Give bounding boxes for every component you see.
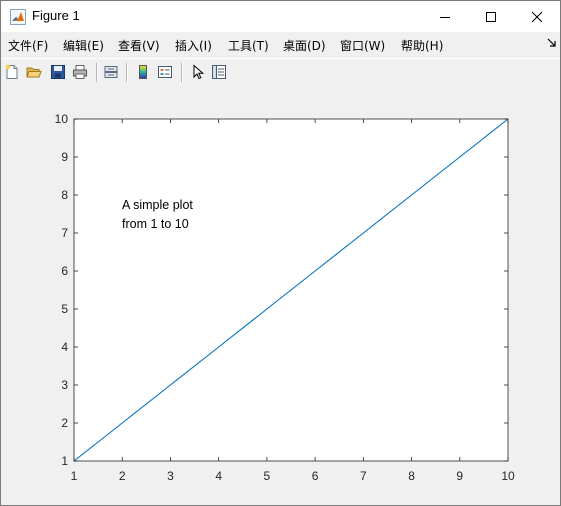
y-tick-label: 9	[61, 150, 68, 164]
menu-tools[interactable]: 工具(T)	[228, 37, 269, 54]
y-tick-label: 1	[61, 454, 68, 468]
link-plot-button[interactable]	[101, 62, 121, 82]
toolbar-separator	[126, 63, 128, 82]
print-button[interactable]	[70, 62, 90, 82]
x-tick-label: 10	[501, 469, 515, 483]
figure-toolbar	[1, 58, 560, 87]
new-figure-icon	[5, 64, 18, 79]
matlab-icon	[10, 9, 26, 25]
menu-insert[interactable]: 插入(I)	[175, 37, 212, 54]
toolbar-separator	[181, 63, 183, 82]
line-chart[interactable]: 1 2 3 4 5 6 7 8 9 10 1 2 3 4 5 6 7 8 9 10 A simple plot from…	[1, 86, 560, 505]
x-tick-label: 2	[119, 469, 126, 483]
x-tick-label: 5	[264, 469, 271, 483]
close-button[interactable]	[514, 1, 560, 32]
menu-help[interactable]: 帮助(H)	[401, 37, 443, 54]
x-tick-label: 9	[456, 469, 463, 483]
maximize-button[interactable]	[468, 1, 514, 32]
menu-window[interactable]: 窗口(W)	[340, 37, 385, 54]
colorbar-button[interactable]	[133, 62, 153, 82]
legend-button[interactable]	[155, 62, 175, 82]
y-tick-label: 5	[61, 302, 68, 316]
x-tick-label: 4	[215, 469, 222, 483]
legend-icon	[158, 66, 172, 78]
new-figure-button[interactable]	[2, 62, 22, 82]
open-file-icon	[26, 67, 42, 78]
y-tick-label: 4	[61, 340, 68, 354]
menu-bar: 文件(F) 编辑(E) 查看(V) 插入(I) 工具(T) 桌面(D) 窗口(W…	[1, 32, 560, 57]
minimize-button[interactable]	[422, 1, 468, 32]
y-tick-label: 7	[61, 226, 68, 240]
x-tick-label: 3	[167, 469, 174, 483]
dock-arrow-icon[interactable]	[547, 38, 557, 48]
window-title: Figure 1	[32, 8, 80, 23]
y-tick-label: 6	[61, 264, 68, 278]
y-tick-label: 2	[61, 416, 68, 430]
close-icon	[531, 11, 543, 22]
x-tick-label: 1	[71, 469, 78, 483]
link-plot-icon	[104, 66, 118, 78]
y-tick-label: 8	[61, 188, 68, 202]
x-tick-label: 6	[312, 469, 319, 483]
toolbar-separator	[96, 63, 98, 82]
property-inspector-icon	[212, 65, 226, 79]
figure-window: Figure 1 文件(F) 编辑(E) 查看(V) 插入(I) 工具(T) 桌…	[0, 0, 561, 506]
menu-desktop[interactable]: 桌面(D)	[283, 37, 326, 54]
x-tick-label: 8	[408, 469, 415, 483]
save-icon	[51, 65, 65, 79]
edit-plot-icon	[193, 64, 205, 80]
annotation-line: from 1 to 10	[122, 217, 189, 231]
annotation-line: A simple plot	[122, 198, 193, 212]
menu-view[interactable]: 查看(V)	[118, 37, 160, 54]
property-inspector-button[interactable]	[209, 62, 229, 82]
minimize-icon	[440, 16, 450, 18]
title-bar[interactable]: Figure 1	[1, 1, 560, 32]
y-tick-label: 3	[61, 378, 68, 392]
y-tick-label: 10	[55, 112, 69, 126]
x-tick-label: 7	[360, 469, 367, 483]
menu-edit[interactable]: 编辑(E)	[63, 37, 104, 54]
save-button[interactable]	[48, 62, 68, 82]
colorbar-icon	[139, 65, 147, 79]
maximize-icon	[486, 11, 496, 22]
print-icon	[73, 65, 87, 79]
open-file-button[interactable]	[24, 62, 44, 82]
menu-file[interactable]: 文件(F)	[8, 37, 48, 54]
edit-plot-button[interactable]	[188, 62, 208, 82]
